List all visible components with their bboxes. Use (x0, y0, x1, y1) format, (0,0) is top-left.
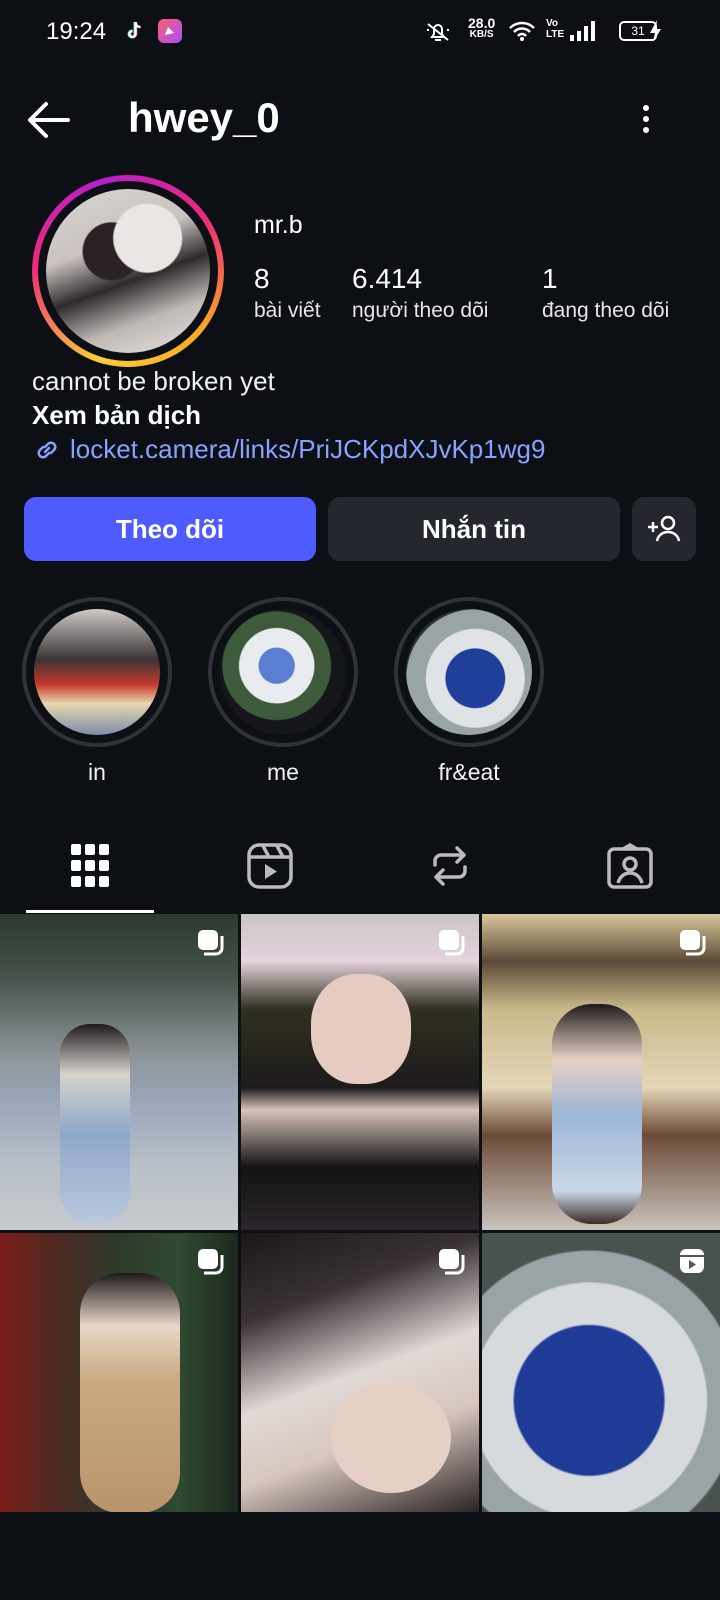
network-speed-value: 28.0 (468, 15, 496, 31)
stat-posts-count: 8 (254, 263, 270, 294)
charging-icon (648, 19, 662, 48)
profile-link-text: locket.camera/links/PriJCKpdXJvKp1wg9 (70, 434, 546, 464)
carousel-icon (198, 1249, 224, 1275)
tab-reels[interactable] (180, 822, 360, 910)
avatar-frame (38, 181, 218, 361)
status-bar: 19:24 28.0 KB/S Vo LTE 31 (0, 0, 720, 64)
post-thumbnail[interactable] (482, 1233, 720, 1512)
post-thumbnail[interactable] (241, 914, 479, 1230)
carousel-icon (439, 1249, 465, 1275)
avatar (46, 189, 210, 353)
highlight-fr-eat[interactable]: fr&eat (394, 597, 544, 786)
mute-icon (424, 20, 452, 49)
profile-full-name: mr.b (254, 211, 303, 239)
grid-icon (71, 844, 109, 887)
stat-following-count: 1 (542, 263, 558, 294)
stat-following[interactable]: 1 đang theo dõi (542, 263, 669, 323)
photo-subject (552, 1004, 642, 1224)
follow-button[interactable]: Theo dõi (24, 497, 316, 561)
post-thumbnail[interactable] (241, 1233, 479, 1512)
highlight-label: in (88, 759, 106, 785)
profile-bio: cannot be broken yet (32, 366, 275, 396)
profile-tabs (0, 822, 720, 913)
network-speed-unit: KB/S (469, 29, 494, 40)
more-dot (643, 127, 649, 133)
suggest-user-button[interactable] (632, 497, 696, 561)
more-dot (643, 105, 649, 111)
tab-posts-grid[interactable] (0, 822, 180, 910)
highlight-ring (394, 597, 544, 747)
status-time: 19:24 (46, 18, 107, 45)
profile-link[interactable]: locket.camera/links/PriJCKpdXJvKp1wg9 (32, 434, 545, 465)
back-button[interactable] (24, 98, 72, 142)
highlight-me[interactable]: me (208, 597, 358, 786)
bottom-padding (0, 1512, 720, 1600)
tab-tagged[interactable] (540, 822, 720, 910)
more-options-button[interactable] (636, 100, 656, 140)
add-person-icon (648, 515, 681, 542)
shortcut-app-icon (158, 19, 182, 43)
photo-subject (60, 1024, 130, 1224)
highlight-cover (34, 609, 160, 735)
signal-icon (568, 20, 596, 47)
highlight-label: fr&eat (438, 759, 500, 785)
active-tab-indicator (26, 910, 154, 913)
network-speed: 28.0 KB/S (468, 15, 496, 41)
photo-subject (331, 1383, 451, 1493)
post-thumbnail[interactable] (0, 914, 238, 1230)
stat-posts-label: bài viết (254, 299, 321, 322)
link-icon (37, 441, 57, 458)
profile-avatar-story-ring[interactable] (32, 175, 224, 367)
stat-followers-count: 6.414 (352, 263, 423, 294)
highlight-cover (220, 609, 346, 735)
stat-followers[interactable]: 6.414 người theo dõi (352, 263, 488, 323)
photo-subject (80, 1273, 180, 1512)
see-translation-link[interactable]: Xem bản dịch (32, 400, 201, 431)
reels-icon (680, 1249, 704, 1273)
message-button[interactable]: Nhắn tin (328, 497, 620, 561)
highlight-in[interactable]: in (22, 597, 172, 786)
more-dot (643, 116, 649, 122)
tiktok-icon (122, 19, 146, 43)
post-thumbnail[interactable] (0, 1233, 238, 1512)
carousel-icon (198, 930, 224, 956)
post-thumbnail[interactable] (482, 914, 720, 1230)
stat-followers-label: người theo dõi (352, 299, 489, 322)
tab-reposts[interactable] (360, 822, 540, 910)
reels-icon (247, 843, 293, 889)
carousel-icon (680, 930, 706, 956)
stat-posts[interactable]: 8 bài viết (254, 263, 321, 323)
repost-icon (433, 846, 467, 886)
photo-subject (311, 974, 411, 1084)
tagged-person-icon (607, 843, 653, 889)
carousel-icon (439, 930, 465, 956)
highlight-label: me (267, 759, 299, 785)
highlight-ring (22, 597, 172, 747)
stat-following-label: đang theo dõi (542, 299, 670, 322)
profile-username: hwey_0 (128, 94, 280, 141)
wifi-icon (508, 20, 536, 47)
highlight-cover (406, 609, 532, 735)
arrow-left-icon (28, 102, 70, 138)
highlight-ring (208, 597, 358, 747)
volte-label: Vo LTE (546, 18, 565, 40)
